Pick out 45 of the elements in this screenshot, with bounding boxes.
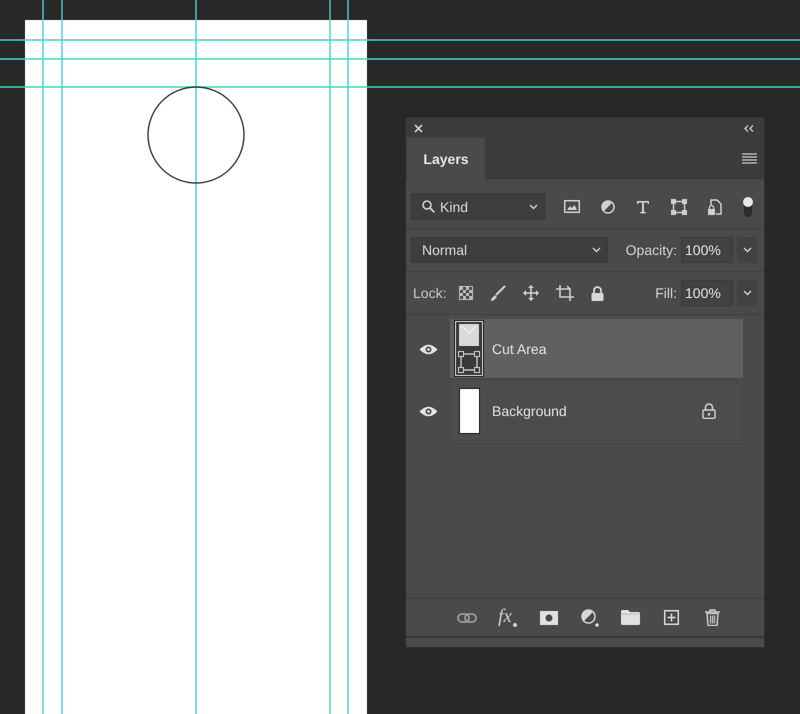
fill-dropdown-button[interactable] [737,280,757,306]
new-layer-icon[interactable] [664,610,679,625]
checkerboard-icon[interactable] [459,286,474,300]
chevron-down-icon [742,290,752,296]
close-icon[interactable] [414,124,423,132]
lock-label: Lock: [413,285,446,301]
shape-icon[interactable] [671,198,687,214]
chevron-down-icon [742,247,752,253]
fill-field[interactable]: 100% [681,280,733,306]
page-thumbnail-icon [458,388,480,434]
toggle-switch-icon[interactable] [743,196,753,216]
lock-icon[interactable] [591,286,604,300]
mask-icon[interactable] [540,610,558,624]
layer-name: Background [492,402,567,418]
adjustment-icon[interactable] [580,608,598,626]
lock-icon[interactable] [702,402,716,418]
brush-icon[interactable] [490,285,506,301]
chevron-down-icon [529,204,538,210]
eye-icon[interactable] [418,344,438,354]
page-lock-icon[interactable] [708,198,722,214]
blend-mode-dropdown[interactable]: Normal [411,237,608,263]
text-tool-icon[interactable] [636,200,650,214]
half-circle-icon[interactable] [601,200,615,214]
eye-icon[interactable] [418,406,438,416]
menu-indicator-icon [512,623,517,628]
crop-frame-icon[interactable] [556,285,574,301]
layers-tab[interactable]: Layers [407,138,485,179]
opacity-label: Opacity: [626,242,677,258]
opacity-dropdown-button[interactable] [737,237,757,263]
folder-icon[interactable] [621,610,640,625]
link-icon[interactable] [456,612,476,622]
effects-button[interactable]: fx [498,606,517,628]
trash-icon[interactable] [705,609,720,626]
image-icon[interactable] [564,200,580,213]
move-arrows-icon[interactable] [523,285,540,301]
shape-thumbnail-icon [454,320,484,377]
chevron-down-icon [592,247,601,253]
opacity-field[interactable]: 100% [681,237,733,263]
layer-name: Cut Area [492,340,546,356]
collapse-icon[interactable] [744,124,754,132]
layer-item[interactable]: Cut Area [450,319,743,379]
fill-label: Fill: [655,285,677,301]
filter-dropdown[interactable]: Kind [411,193,545,220]
search-icon [422,200,435,213]
menu-icon[interactable] [742,152,757,164]
